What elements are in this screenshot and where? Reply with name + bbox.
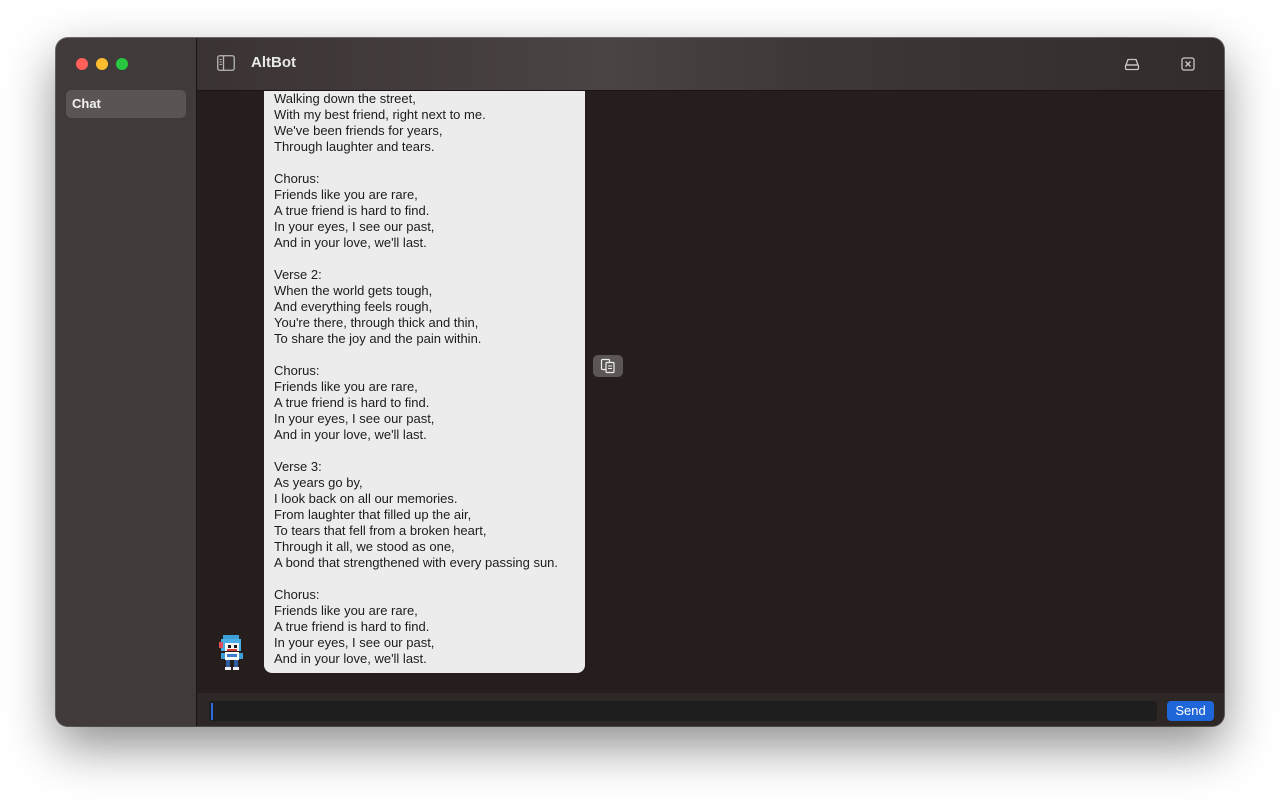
message-line: And in your love, we'll last. (274, 427, 427, 442)
message-line: Friends like you are rare, (274, 187, 418, 202)
message-line: From laughter that filled up the air, (274, 507, 472, 522)
message-line: And in your love, we'll last. (274, 235, 427, 250)
text-caret (211, 703, 213, 720)
message-line: Walking down the street, (274, 91, 416, 106)
message-line: A true friend is hard to find. (274, 395, 430, 410)
app-window: Chat AltBot Walking down the street, Wit… (56, 38, 1224, 726)
input-bar: Send (197, 693, 1224, 726)
message-line: Chorus: (274, 171, 320, 186)
zoom-window-button[interactable] (116, 58, 128, 70)
robot-avatar-icon (215, 633, 247, 671)
bot-message-bubble: Walking down the street, With my best fri… (264, 91, 585, 673)
message-line: I look back on all our memories. (274, 491, 458, 506)
message-line: In your eyes, I see our past, (274, 635, 435, 650)
app-title: AltBot (251, 54, 296, 71)
message-line: Friends like you are rare, (274, 379, 418, 394)
message-line: In your eyes, I see our past, (274, 219, 435, 234)
message-line: And everything feels rough, (274, 299, 433, 314)
message-line: Verse 2: (274, 267, 322, 282)
message-line: Chorus: (274, 363, 320, 378)
message-line: Through it all, we stood as one, (274, 539, 455, 554)
message-line: We've been friends for years, (274, 123, 443, 138)
sidebar-item-label: Chat (72, 96, 101, 111)
chat-area[interactable]: Walking down the street, With my best fri… (197, 91, 1224, 693)
message-line: Verse 3: (274, 459, 322, 474)
send-button[interactable]: Send (1167, 701, 1214, 721)
message-line (274, 251, 577, 267)
message-line: And in your love, we'll last. (274, 651, 427, 666)
message-line (274, 443, 577, 459)
message-line: A true friend is hard to find. (274, 203, 430, 218)
copy-icon (600, 358, 615, 374)
message-line (274, 571, 577, 587)
message-line: As years go by, (274, 475, 363, 490)
message-line: A bond that strengthened with every pass… (274, 555, 559, 570)
message-line: With my best friend, right next to me. (274, 107, 486, 122)
close-window-button[interactable] (76, 58, 88, 70)
drive-icon[interactable] (1122, 54, 1142, 74)
sidebar-item-chat[interactable]: Chat (66, 90, 186, 118)
message-input[interactable] (209, 701, 1157, 721)
message-line: A true friend is hard to find. (274, 619, 430, 634)
message-line: Through laughter and tears. (274, 139, 435, 154)
minimize-window-button[interactable] (96, 58, 108, 70)
copy-button[interactable] (593, 355, 623, 377)
message-line: To share the joy and the pain within. (274, 331, 482, 346)
message-line: You're there, through thick and thin, (274, 315, 479, 330)
title-bar: AltBot (197, 38, 1224, 91)
message-line: When the world gets tough, (274, 283, 433, 298)
sidebar-toggle-icon[interactable] (217, 55, 235, 71)
message-line (274, 155, 577, 171)
message-line: To tears that fell from a broken heart, (274, 523, 487, 538)
message-line (274, 347, 577, 363)
message-line: Friends like you are rare, (274, 603, 418, 618)
message-line: In your eyes, I see our past, (274, 411, 435, 426)
close-box-icon[interactable] (1178, 54, 1198, 74)
message-line: Chorus: (274, 587, 320, 602)
sidebar: Chat (56, 38, 197, 726)
